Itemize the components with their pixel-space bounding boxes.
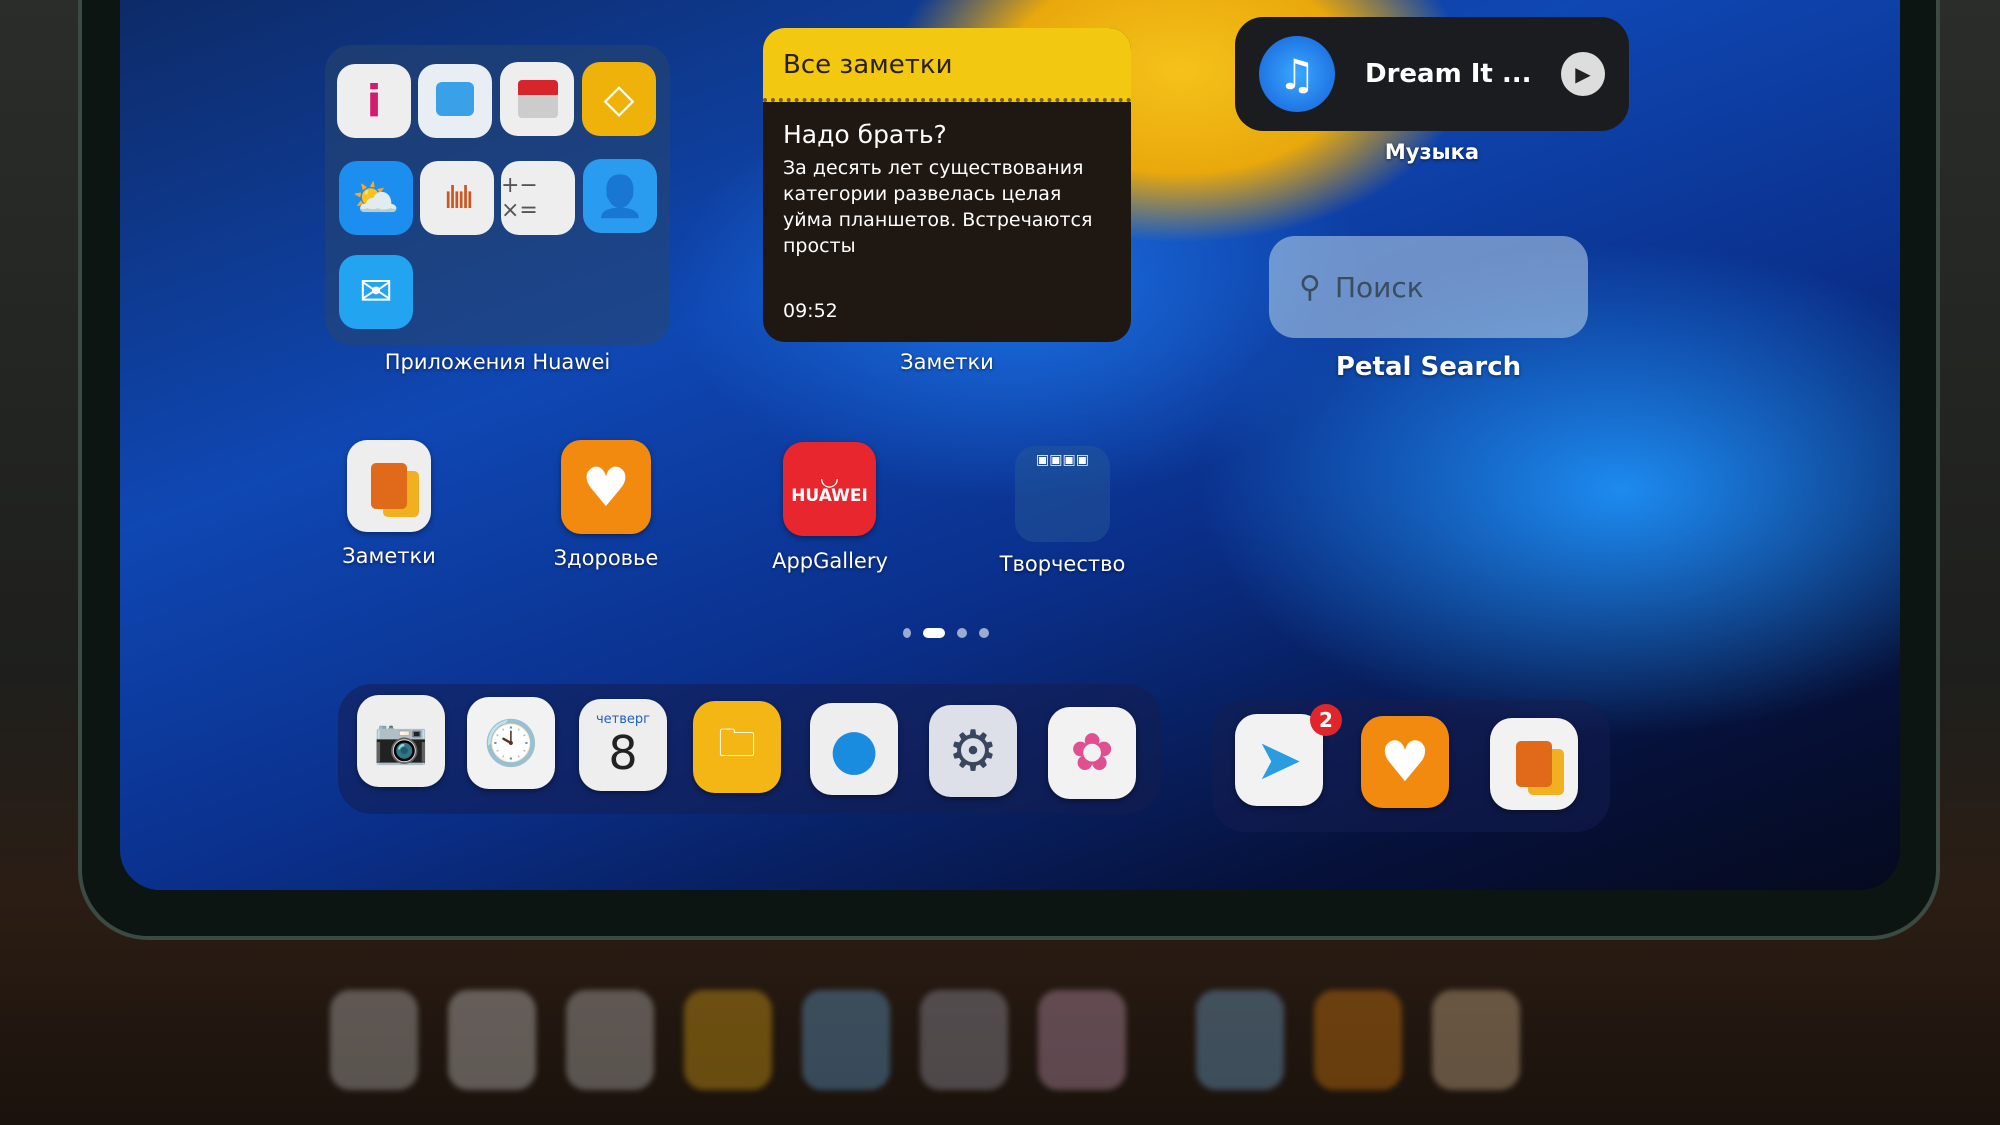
recorder-icon[interactable]: ılıılı <box>420 161 494 235</box>
app-label-notes: Заметки <box>342 544 436 568</box>
appgallery-logo-text: HUAWEI <box>791 486 868 506</box>
page-dot-2-active[interactable] <box>923 628 945 638</box>
notes-widget[interactable]: Все заметки Надо брать? За десять лет су… <box>763 28 1131 342</box>
tips-icon[interactable]: i <box>337 64 411 138</box>
notes-icon[interactable] <box>1490 718 1578 810</box>
page-dot-3[interactable] <box>957 628 967 638</box>
page-dot-4[interactable] <box>979 628 989 638</box>
membership-icon[interactable]: ◇ <box>582 62 656 136</box>
search-placeholder: Поиск <box>1334 270 1424 304</box>
app-label-appgallery: AppGallery <box>772 549 888 573</box>
email-icon[interactable]: ✉ <box>339 255 413 329</box>
app-label-creativity: Творчество <box>999 552 1126 576</box>
play-button[interactable]: ▶ <box>1561 52 1605 96</box>
search-input[interactable]: ⚲ Поиск <box>1269 236 1588 338</box>
health-app-icon[interactable]: ♥ <box>561 440 651 534</box>
search-widget-label: Petal Search <box>1335 352 1522 382</box>
page-indicator[interactable] <box>903 628 989 638</box>
page-dot-1[interactable] <box>903 628 911 638</box>
folder-label: Приложения Huawei <box>384 350 611 374</box>
music-widget-label: Музыка <box>1384 140 1480 164</box>
music-widget[interactable]: ♫ Dream It ... ▶ <box>1235 17 1629 131</box>
note-time: 09:52 <box>783 300 838 322</box>
notes-app-icon[interactable] <box>347 440 431 532</box>
contacts-icon[interactable]: 👤 <box>583 159 657 233</box>
search-icon: ⚲ <box>1299 269 1321 305</box>
gallery-icon[interactable]: ✿ <box>1048 707 1136 799</box>
files-icon[interactable]: 🗀 <box>693 701 781 793</box>
calendar-date: 8 <box>608 725 638 780</box>
health-icon[interactable]: ♥ <box>1361 716 1449 808</box>
calculator-icon[interactable]: +− ×= <box>501 161 575 235</box>
folder-creativity[interactable]: ▣▣▣▣ <box>1015 446 1110 542</box>
notification-badge: 2 <box>1310 704 1342 736</box>
appgallery-icon[interactable]: ◡ HUAWEI <box>783 442 876 536</box>
app-label-health: Здоровье <box>553 546 659 570</box>
huawei-gift-icon[interactable] <box>500 62 574 136</box>
camera-icon[interactable]: 📷 <box>357 695 445 787</box>
folder-huawei-apps[interactable]: i ◇ ⛅ ılıılı +− ×= 👤 ✉ <box>325 45 670 345</box>
track-title: Dream It ... <box>1365 59 1532 89</box>
notes-widget-label: Заметки <box>900 350 994 374</box>
notes-header: Все заметки <box>763 28 1131 102</box>
weather-icon[interactable]: ⛅ <box>339 161 413 235</box>
music-note-icon: ♫ <box>1259 36 1335 112</box>
settings-icon[interactable]: ⚙ <box>929 705 1017 797</box>
phone-clone-icon[interactable] <box>418 64 492 138</box>
note-title: Надо брать? <box>783 120 947 149</box>
note-text: За десять лет существования категории ра… <box>783 157 1093 257</box>
telegram-icon[interactable]: ➤ <box>1235 714 1323 806</box>
browser-icon[interactable]: ● <box>810 703 898 795</box>
table-reflection <box>330 990 1630 1100</box>
calendar-day: четверг <box>596 711 650 727</box>
clock-icon[interactable]: 🕙 <box>467 697 555 789</box>
calendar-icon[interactable]: четверг 8 <box>579 699 667 791</box>
